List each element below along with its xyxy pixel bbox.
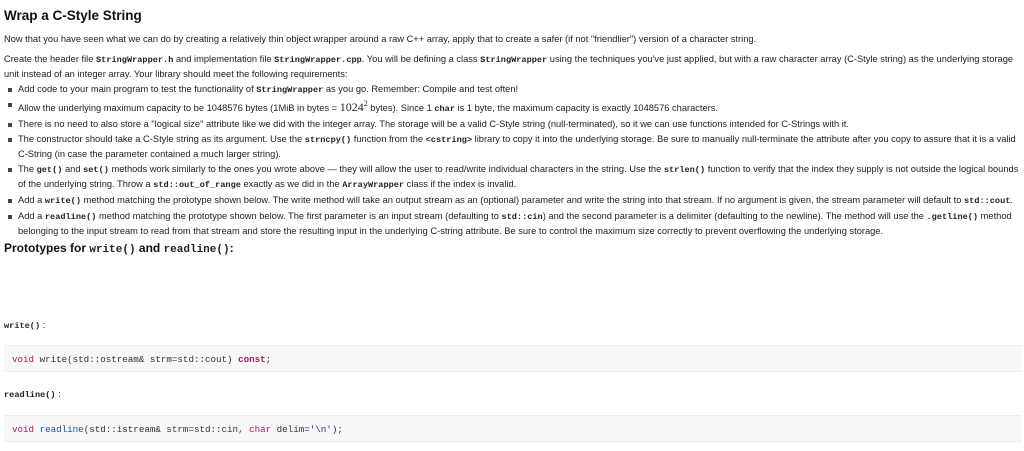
inline-code: readline() bbox=[44, 211, 97, 222]
text: There is no need to also store a "logica… bbox=[18, 118, 849, 129]
page: Wrap a C-Style String Now that you have … bbox=[0, 0, 1024, 451]
text: ) and the second parameter is a delimite… bbox=[542, 210, 927, 221]
inline-code: readline() bbox=[163, 243, 230, 256]
requirement-item-readline: Add a readline() method matching the pro… bbox=[4, 209, 1020, 239]
inline-code: std::cin bbox=[501, 211, 543, 222]
text: The bbox=[18, 163, 37, 174]
requirement-item-capacity: Allow the underlying maximum capacity to… bbox=[4, 97, 1020, 117]
text: function from the bbox=[351, 133, 426, 144]
text: The constructor should take a C-Style st… bbox=[18, 133, 305, 144]
inline-code: strlen() bbox=[663, 164, 706, 175]
inline-code: char bbox=[434, 104, 455, 115]
text: as you go. Remember: Compile and test of… bbox=[323, 83, 519, 94]
inline-code: readline() bbox=[4, 390, 56, 400]
text: : bbox=[42, 320, 46, 330]
inline-code: strncpy() bbox=[304, 134, 352, 145]
math-base: 1024 bbox=[339, 100, 364, 115]
text: Prototypes for bbox=[4, 240, 90, 255]
math-expression: 10242 bbox=[339, 99, 368, 115]
string-literal: '\n' bbox=[309, 424, 332, 435]
code-text: (std::istream& strm=std::cin, bbox=[83, 424, 250, 435]
header-file-code: StringWrapper.h bbox=[96, 54, 174, 65]
page-title: Wrap a C-Style String bbox=[4, 8, 142, 23]
text: methods work similarly to the ones you w… bbox=[108, 163, 664, 174]
readline-label: readline() : bbox=[4, 387, 61, 402]
requirement-item-test: Add code to your main program to test th… bbox=[4, 82, 1020, 98]
inline-code: std::cout bbox=[963, 195, 1011, 206]
code-text: write(std::ostream& strm=std::cout) bbox=[34, 354, 239, 365]
requirement-item-constructor: The constructor should take a C-Style st… bbox=[4, 132, 1020, 162]
text: and implementation file bbox=[173, 53, 275, 64]
requirement-item-write: Add a write() method matching the protot… bbox=[4, 193, 1020, 209]
intro-paragraph: Now that you have seen what we can do by… bbox=[4, 34, 757, 44]
inline-code: write() bbox=[4, 321, 41, 331]
text: . You will be defining a class bbox=[361, 53, 481, 64]
code-text: ); bbox=[331, 424, 343, 435]
code-text: ; bbox=[265, 354, 272, 365]
inline-code: StringWrapper bbox=[256, 84, 324, 95]
impl-file-code: StringWrapper.cpp bbox=[274, 54, 362, 65]
inline-code: <cstring> bbox=[425, 134, 473, 145]
requirement-item-logical-size: There is no need to also store a "logica… bbox=[4, 117, 1020, 132]
text: Allow the underlying maximum capacity to… bbox=[18, 103, 340, 114]
text: . bbox=[1010, 194, 1013, 205]
create-files-paragraph: Create the header file StringWrapper.h a… bbox=[4, 52, 1020, 82]
text: Add a bbox=[18, 210, 45, 221]
keyword: const bbox=[238, 354, 266, 365]
text: : bbox=[58, 389, 61, 399]
text: is 1 byte, the maximum capacity is exact… bbox=[455, 103, 719, 114]
prototypes-heading: Prototypes for write() and readline(): bbox=[4, 240, 1020, 259]
inline-code: ArrayWrapper bbox=[342, 180, 405, 191]
text: : bbox=[229, 240, 234, 255]
write-label: write() : bbox=[4, 318, 45, 333]
class-name-code: StringWrapper bbox=[480, 54, 548, 65]
text: Create the header file bbox=[4, 53, 96, 64]
text: bytes). Since 1 bbox=[367, 103, 435, 114]
readline-prototype-code-block: void readline(std::istream& strm=std::ci… bbox=[4, 415, 1022, 442]
inline-code: get() bbox=[36, 164, 63, 175]
keyword: void bbox=[12, 354, 35, 365]
keyword: char bbox=[249, 424, 272, 435]
inline-code: .getline() bbox=[926, 211, 979, 222]
inline-code: write() bbox=[89, 243, 136, 256]
text: method matching the prototype shown belo… bbox=[96, 210, 502, 221]
text: exactly as we did in the bbox=[240, 179, 343, 190]
text: and bbox=[62, 163, 84, 174]
requirements-list: Add code to your main program to test th… bbox=[4, 82, 1020, 239]
write-prototype-code-block: void write(std::ostream& strm=std::cout)… bbox=[4, 345, 1022, 372]
text: method matching the prototype shown belo… bbox=[81, 194, 964, 205]
function-name: readline bbox=[39, 424, 84, 435]
keyword: void bbox=[12, 424, 35, 435]
requirement-item-get-set: The get() and set() methods work similar… bbox=[4, 162, 1020, 193]
text: Add a bbox=[18, 194, 45, 205]
inline-code: set() bbox=[83, 164, 109, 175]
text: and bbox=[135, 240, 164, 255]
text: class if the index is invalid. bbox=[404, 179, 517, 190]
text: Add code to your main program to test th… bbox=[18, 83, 257, 94]
inline-code: std::out_of_range bbox=[153, 180, 241, 191]
code-text: delim= bbox=[271, 424, 310, 435]
inline-code: write() bbox=[44, 195, 81, 206]
